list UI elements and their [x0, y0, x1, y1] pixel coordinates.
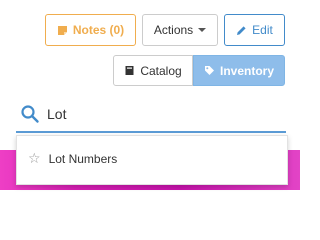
catalog-label: Catalog [140, 63, 182, 78]
notes-label: Notes (0) [72, 23, 125, 37]
search-icon [20, 104, 40, 124]
actions-dropdown-button[interactable]: Actions [142, 14, 218, 46]
inventory-label: Inventory [219, 63, 274, 78]
suggestion-lot-numbers[interactable]: ☆ Lot Numbers [17, 136, 287, 182]
caret-down-icon [198, 28, 207, 32]
star-icon: ☆ [28, 151, 41, 167]
pencil-icon [236, 25, 247, 36]
search-input[interactable] [47, 101, 247, 126]
edit-button[interactable]: Edit [224, 14, 285, 46]
notes-icon [57, 25, 68, 36]
notes-button[interactable]: Notes (0) [45, 14, 136, 46]
suggestion-label: Lot Numbers [48, 152, 118, 166]
edit-label: Edit [252, 23, 273, 37]
actions-label: Actions [153, 23, 194, 37]
catalog-toggle-button[interactable]: Catalog [113, 55, 193, 86]
search-suggestions: ☆ Lot Numbers [16, 135, 288, 185]
inventory-toggle-button[interactable]: Inventory [193, 55, 285, 86]
search-bar [16, 96, 286, 133]
book-icon [124, 65, 135, 76]
tag-icon [204, 65, 215, 76]
